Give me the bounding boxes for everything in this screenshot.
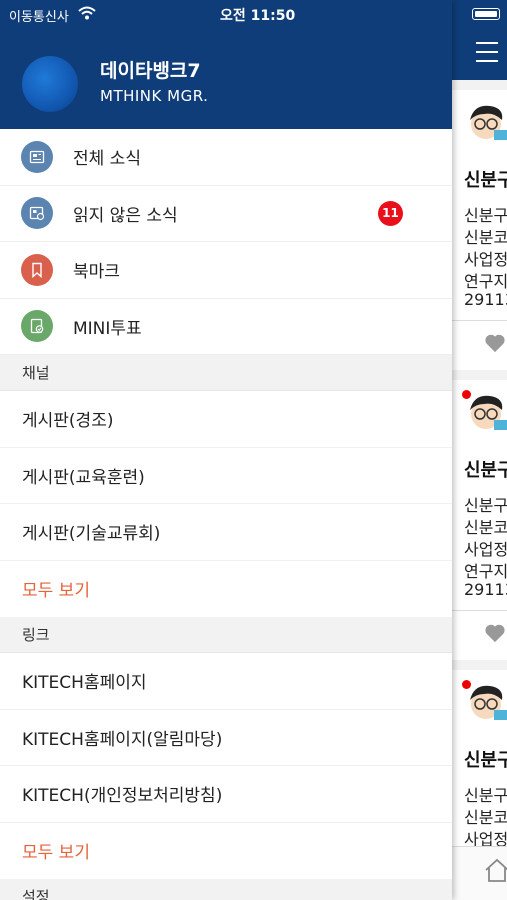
- character-avatar-icon: [470, 395, 507, 430]
- character-avatar-icon: [470, 685, 507, 720]
- wifi-icon: [78, 6, 96, 20]
- profile-name: 데이타뱅크7: [100, 60, 201, 82]
- divider: [452, 610, 507, 611]
- channel-item[interactable]: 게시판(경조): [0, 391, 452, 448]
- avatar[interactable]: [22, 56, 78, 112]
- links-view-all-link[interactable]: 모두 보기: [0, 823, 452, 880]
- unread-count-badge: 11: [378, 200, 403, 226]
- card-line: 신분구: [464, 206, 507, 225]
- card-line: 신분코: [464, 518, 507, 537]
- carrier-label: 이동통신사: [9, 10, 69, 25]
- drawer-header: 이동통신사 오전 11:50 데이타뱅크7 MTHINK MGR.: [0, 0, 452, 129]
- card-line: 29113: [464, 580, 507, 599]
- channels-view-all-link[interactable]: 모두 보기: [0, 561, 452, 618]
- card-title: 신분구: [464, 460, 507, 481]
- feed-card[interactable]: 신분구 신분구 신분코 사업정 연구지 29113: [452, 90, 507, 370]
- feed-card[interactable]: 신분구 신분구 신분코 사업정 연구지 29113: [452, 380, 507, 660]
- unread-news-icon: [21, 197, 53, 230]
- heart-icon[interactable]: [484, 623, 506, 643]
- battery-icon: [472, 8, 500, 20]
- link-item[interactable]: KITECH홈페이지: [0, 653, 452, 710]
- hamburger-menu-icon[interactable]: [476, 42, 498, 69]
- feed-card[interactable]: 신분구 신분구 신분코 사업정: [452, 670, 507, 850]
- menu-item-unread-news[interactable]: 읽지 않은 소식 11: [0, 186, 452, 242]
- menu-item-bookmark[interactable]: 북마크: [0, 242, 452, 299]
- section-header-links: 링크: [0, 617, 452, 653]
- link-item[interactable]: KITECH(개인정보처리방침): [0, 766, 452, 823]
- card-line: 사업정: [464, 250, 507, 269]
- main-content-panel: 신분구 신분구 신분코 사업정 연구지 29113 신분구 신분구 신분코 사업…: [452, 0, 507, 900]
- card-title: 신분구: [464, 170, 507, 191]
- menu-item-label: 전체 소식: [73, 149, 141, 170]
- side-drawer: 이동통신사 오전 11:50 데이타뱅크7 MTHINK MGR. 전체 소식 …: [0, 0, 452, 900]
- card-line: 신분코: [464, 808, 507, 827]
- card-line: 29113: [464, 290, 507, 309]
- divider: [452, 320, 507, 321]
- status-bar: 이동통신사 오전 11:50: [0, 4, 452, 25]
- channel-item[interactable]: 게시판(교육훈련): [0, 448, 452, 504]
- menu-item-mini-vote[interactable]: MINI투표: [0, 299, 452, 355]
- profile-role: MTHINK MGR.: [100, 87, 209, 105]
- card-line: 사업정: [464, 540, 507, 559]
- character-avatar-icon: [470, 105, 507, 140]
- main-header: [452, 0, 507, 80]
- bookmark-icon: [21, 253, 53, 286]
- bottom-tab-bar: [452, 846, 507, 900]
- home-icon[interactable]: [484, 857, 507, 883]
- card-line: 신분구: [464, 496, 507, 515]
- heart-icon[interactable]: [484, 333, 506, 353]
- card-line: 신분코: [464, 228, 507, 247]
- card-title: 신분구: [464, 750, 507, 771]
- menu-item-label: MINI투표: [73, 318, 142, 339]
- menu-item-all-news[interactable]: 전체 소식: [0, 129, 452, 186]
- menu-item-label: 읽지 않은 소식: [73, 205, 178, 226]
- link-item[interactable]: KITECH홈페이지(알림마당): [0, 710, 452, 766]
- vote-icon: [21, 310, 53, 343]
- menu-item-label: 북마크: [73, 262, 120, 283]
- section-header-settings: 설정: [0, 879, 452, 900]
- card-line: 연구지: [464, 272, 507, 291]
- status-time: 오전 11:50: [220, 8, 296, 24]
- card-line: 신분구: [464, 786, 507, 805]
- channel-item[interactable]: 게시판(기술교류회): [0, 504, 452, 561]
- card-line: 연구지: [464, 562, 507, 581]
- section-header-channels: 채널: [0, 355, 452, 391]
- newspaper-icon: [21, 140, 53, 173]
